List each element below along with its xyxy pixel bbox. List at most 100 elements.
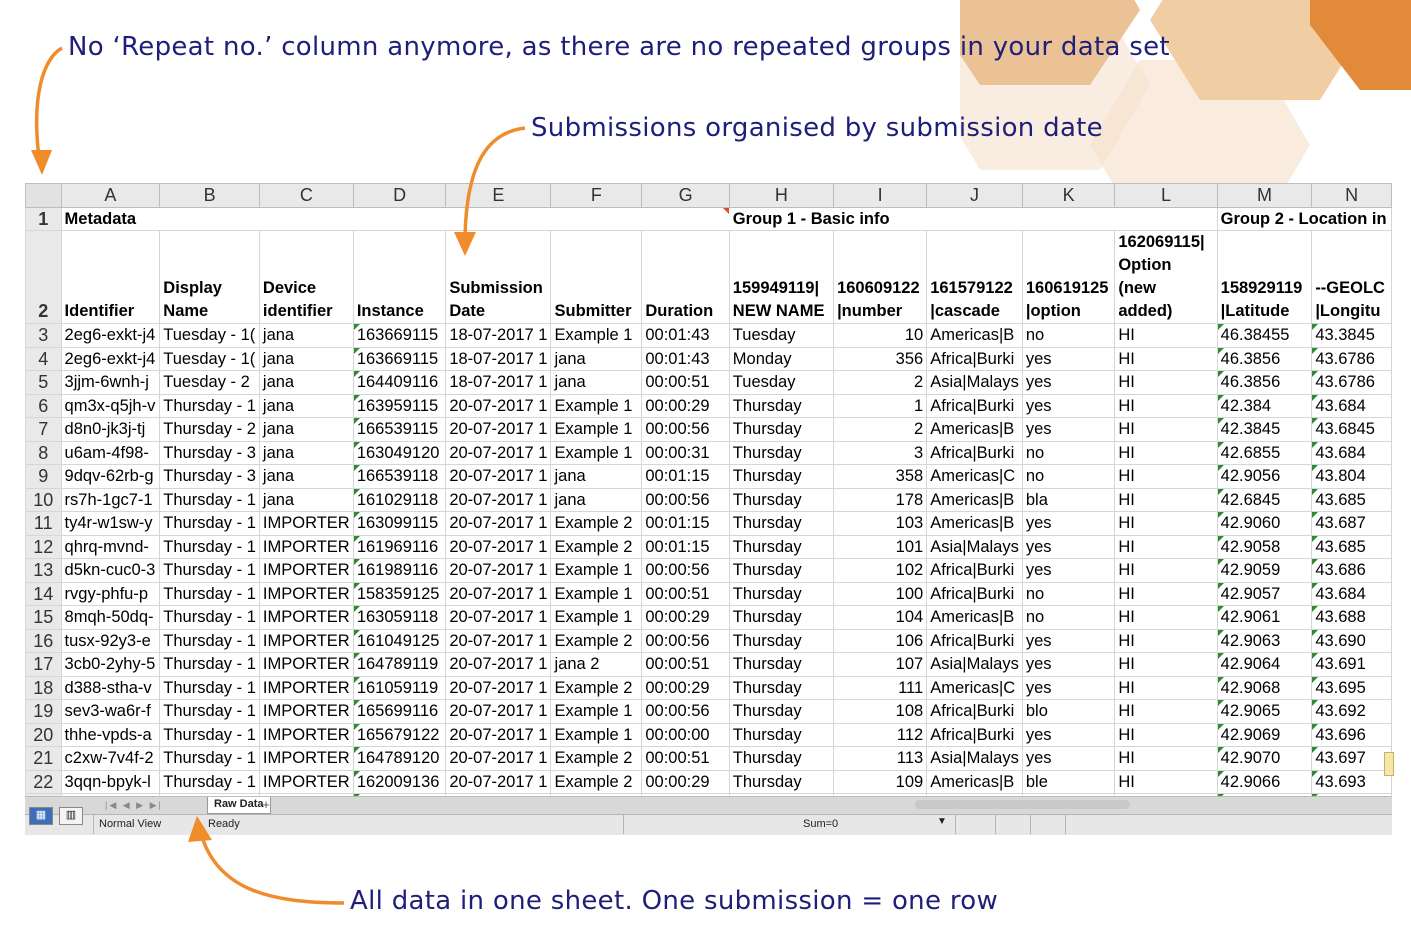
cell-b[interactable]: Thursday - 1 xyxy=(159,605,260,630)
cell-m[interactable]: 42.6845 xyxy=(1216,487,1313,512)
cell-e[interactable]: 18-07-2017 1 xyxy=(445,323,552,348)
cell-b[interactable]: Tuesday - 2 xyxy=(159,370,260,395)
column-header[interactable]: E xyxy=(445,183,552,208)
cell-i[interactable]: 109 xyxy=(833,769,928,794)
cell-n[interactable]: 43.690 xyxy=(1311,628,1392,653)
cell-d[interactable]: 165699116 xyxy=(352,699,447,724)
cell-g[interactable]: 00:00:56 xyxy=(641,487,730,512)
cell-j[interactable]: Americas|B xyxy=(926,323,1023,348)
cell-h[interactable]: Thursday xyxy=(728,699,835,724)
header-cell[interactable]: 160609122 |number xyxy=(833,230,928,324)
cell-m[interactable]: 42.9063 xyxy=(1216,628,1313,653)
cell-a[interactable]: u6am-4f98- xyxy=(60,440,161,465)
cell-j[interactable]: Africa|Burki xyxy=(926,558,1023,583)
cell-c[interactable]: IMPORTER xyxy=(258,511,354,536)
cell-g[interactable]: 00:00:29 xyxy=(641,769,730,794)
cell-l[interactable]: HI xyxy=(1114,605,1218,630)
cell-g[interactable]: 00:00:31 xyxy=(641,440,730,465)
cell-g[interactable]: 00:00:51 xyxy=(641,652,730,677)
row-number[interactable]: 8 xyxy=(25,440,62,465)
cell-b[interactable]: Tuesday - 1( xyxy=(159,323,260,348)
cell-g[interactable]: 00:00:51 xyxy=(641,370,730,395)
cell-e[interactable]: 20-07-2017 1 xyxy=(445,511,552,536)
cell-j[interactable]: Asia|Malays xyxy=(926,652,1023,677)
row-number[interactable]: 15 xyxy=(25,605,62,630)
cell-i[interactable]: 3 xyxy=(833,440,928,465)
cell-h[interactable]: Thursday xyxy=(728,393,835,418)
cell-a[interactable]: tusx-92y3-e xyxy=(60,628,161,653)
cell-k[interactable]: no xyxy=(1021,440,1116,465)
cell-k[interactable]: yes xyxy=(1021,675,1116,700)
cell-a[interactable]: qhrq-mvnd- xyxy=(60,534,161,559)
row-number[interactable]: 17 xyxy=(25,652,62,677)
header-cell[interactable]: Device identifier xyxy=(258,230,354,324)
cell-i[interactable]: 2 xyxy=(833,417,928,442)
column-header[interactable]: H xyxy=(728,183,835,208)
cell-a[interactable]: 9dqv-62rb-g xyxy=(60,464,161,489)
tab-navigation-arrows[interactable]: |◀ ◀ ▶ ▶| xyxy=(105,797,163,813)
cell-n[interactable]: 43.684 xyxy=(1311,440,1392,465)
cell-i[interactable]: 108 xyxy=(833,699,928,724)
cell-l[interactable]: HI xyxy=(1114,581,1218,606)
cell-e[interactable]: 20-07-2017 1 xyxy=(445,558,552,583)
cell-h[interactable]: Thursday xyxy=(728,581,835,606)
cell-a[interactable]: 8mqh-50dq- xyxy=(60,605,161,630)
cell-h[interactable]: Thursday xyxy=(728,652,835,677)
cell-g[interactable]: 00:00:00 xyxy=(641,722,730,747)
cell-c[interactable]: IMPORTER xyxy=(258,534,354,559)
cell-i[interactable]: 103 xyxy=(833,511,928,536)
row-number[interactable]: 13 xyxy=(25,558,62,583)
column-header[interactable]: F xyxy=(550,183,643,208)
cell-j[interactable]: Asia|Malays xyxy=(926,746,1023,771)
cell-g[interactable]: 00:00:29 xyxy=(641,675,730,700)
cell-l[interactable]: HI xyxy=(1114,440,1218,465)
column-header[interactable]: J xyxy=(926,183,1023,208)
cell-e[interactable]: 20-07-2017 1 xyxy=(445,675,552,700)
cell-l[interactable]: HI xyxy=(1114,464,1218,489)
cell-n[interactable]: 43.697 xyxy=(1311,746,1392,771)
cell-h[interactable]: Thursday xyxy=(728,605,835,630)
cell-m[interactable]: 42.384 xyxy=(1216,393,1313,418)
cell-k[interactable]: yes xyxy=(1021,534,1116,559)
cell-b[interactable]: Thursday - 1 xyxy=(159,722,260,747)
cell-d[interactable]: 161029118 xyxy=(352,487,447,512)
cell-i[interactable]: 10 xyxy=(833,323,928,348)
cell-n[interactable]: 43.6786 xyxy=(1311,346,1392,371)
cell-j[interactable]: Asia|Malays xyxy=(926,534,1023,559)
row-number[interactable]: 4 xyxy=(25,346,62,371)
cell-e[interactable]: 20-07-2017 1 xyxy=(445,581,552,606)
cell-h[interactable]: Thursday xyxy=(728,628,835,653)
cell-m[interactable]: 42.9057 xyxy=(1216,581,1313,606)
cell-l[interactable]: HI xyxy=(1114,722,1218,747)
cell-c[interactable]: IMPORTER xyxy=(258,769,354,794)
cell-m[interactable]: 42.9066 xyxy=(1216,769,1313,794)
cell-m[interactable]: 42.9064 xyxy=(1216,652,1313,677)
column-header[interactable]: K xyxy=(1021,183,1116,208)
cell-j[interactable]: Africa|Burki xyxy=(926,628,1023,653)
cell-j[interactable]: Asia|Malays xyxy=(926,370,1023,395)
cell-b[interactable]: Thursday - 1 xyxy=(159,511,260,536)
cell-f[interactable]: Example 1 xyxy=(550,699,643,724)
cell-m[interactable]: 42.9069 xyxy=(1216,722,1313,747)
cell-j[interactable]: Americas|B xyxy=(926,487,1023,512)
header-cell[interactable]: 161579122 |cascade xyxy=(926,230,1023,324)
cell-e[interactable]: 20-07-2017 1 xyxy=(445,746,552,771)
cell-n[interactable]: 43.3845 xyxy=(1311,323,1392,348)
row-number[interactable]: 19 xyxy=(25,699,62,724)
cell-a[interactable]: 3jjm-6wnh-j xyxy=(60,370,161,395)
cell-h[interactable]: Thursday xyxy=(728,534,835,559)
cell-l[interactable]: HI xyxy=(1114,487,1218,512)
cell-n[interactable]: 43.685 xyxy=(1311,487,1392,512)
cell-m[interactable]: 42.9056 xyxy=(1216,464,1313,489)
cell-n[interactable]: 43.684 xyxy=(1311,393,1392,418)
cell-f[interactable]: Example 2 xyxy=(550,511,643,536)
row-number[interactable]: 1 xyxy=(25,206,62,231)
cell-d[interactable]: 166539115 xyxy=(352,417,447,442)
cell-h[interactable]: Tuesday xyxy=(728,370,835,395)
column-header[interactable]: N xyxy=(1311,183,1392,208)
cell-a[interactable]: rvgy-phfu-p xyxy=(60,581,161,606)
cell-n[interactable]: 43.687 xyxy=(1311,511,1392,536)
cell-h[interactable]: Thursday xyxy=(728,464,835,489)
cell-j[interactable]: Africa|Burki xyxy=(926,581,1023,606)
cell-l[interactable]: HI xyxy=(1114,346,1218,371)
